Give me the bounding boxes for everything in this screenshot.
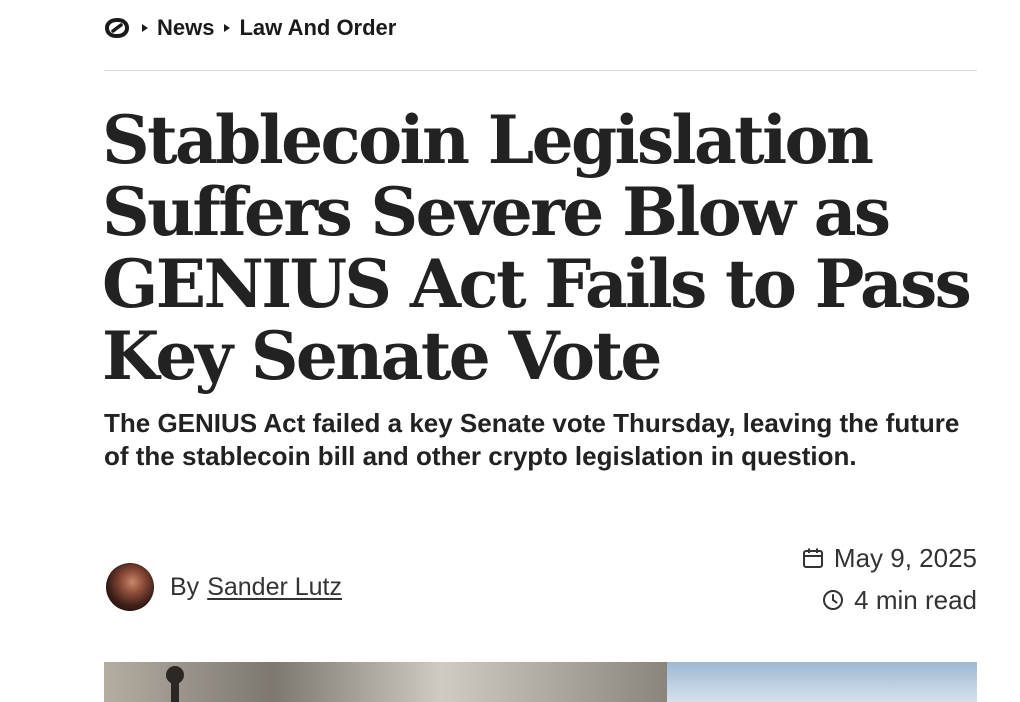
read-time: 4 min read (854, 584, 977, 615)
byline-prefix: By (170, 572, 200, 601)
author-link[interactable]: Sander Lutz (207, 573, 342, 602)
article-meta: May 9, 2025 4 min read (802, 538, 977, 620)
author-avatar[interactable] (106, 563, 154, 611)
breadcrumb: News Law And Order (104, 14, 396, 42)
hero-image-building (104, 662, 667, 702)
publish-date: May 9, 2025 (833, 542, 977, 573)
breadcrumb-separator-icon (224, 24, 231, 32)
clock-icon (822, 589, 844, 611)
byline: By Sander Lutz (106, 562, 342, 612)
header-divider (104, 70, 977, 71)
hero-image-finial (166, 666, 184, 684)
publication-logo-icon[interactable] (104, 14, 132, 42)
hero-image-sky (667, 662, 977, 702)
breadcrumb-news-link[interactable]: News (157, 15, 214, 41)
read-time-row: 4 min read (802, 580, 977, 620)
breadcrumb-separator-icon (142, 24, 148, 32)
article-dek: The GENIUS Act failed a key Senate vote … (104, 408, 960, 471)
breadcrumb-law-and-order-link[interactable]: Law And Order (239, 15, 396, 41)
publish-date-row: May 9, 2025 (802, 538, 977, 578)
article-headline: Stablecoin Legislation Suffers Severe Bl… (102, 101, 972, 395)
hero-image (104, 662, 977, 702)
calendar-icon (802, 547, 824, 569)
